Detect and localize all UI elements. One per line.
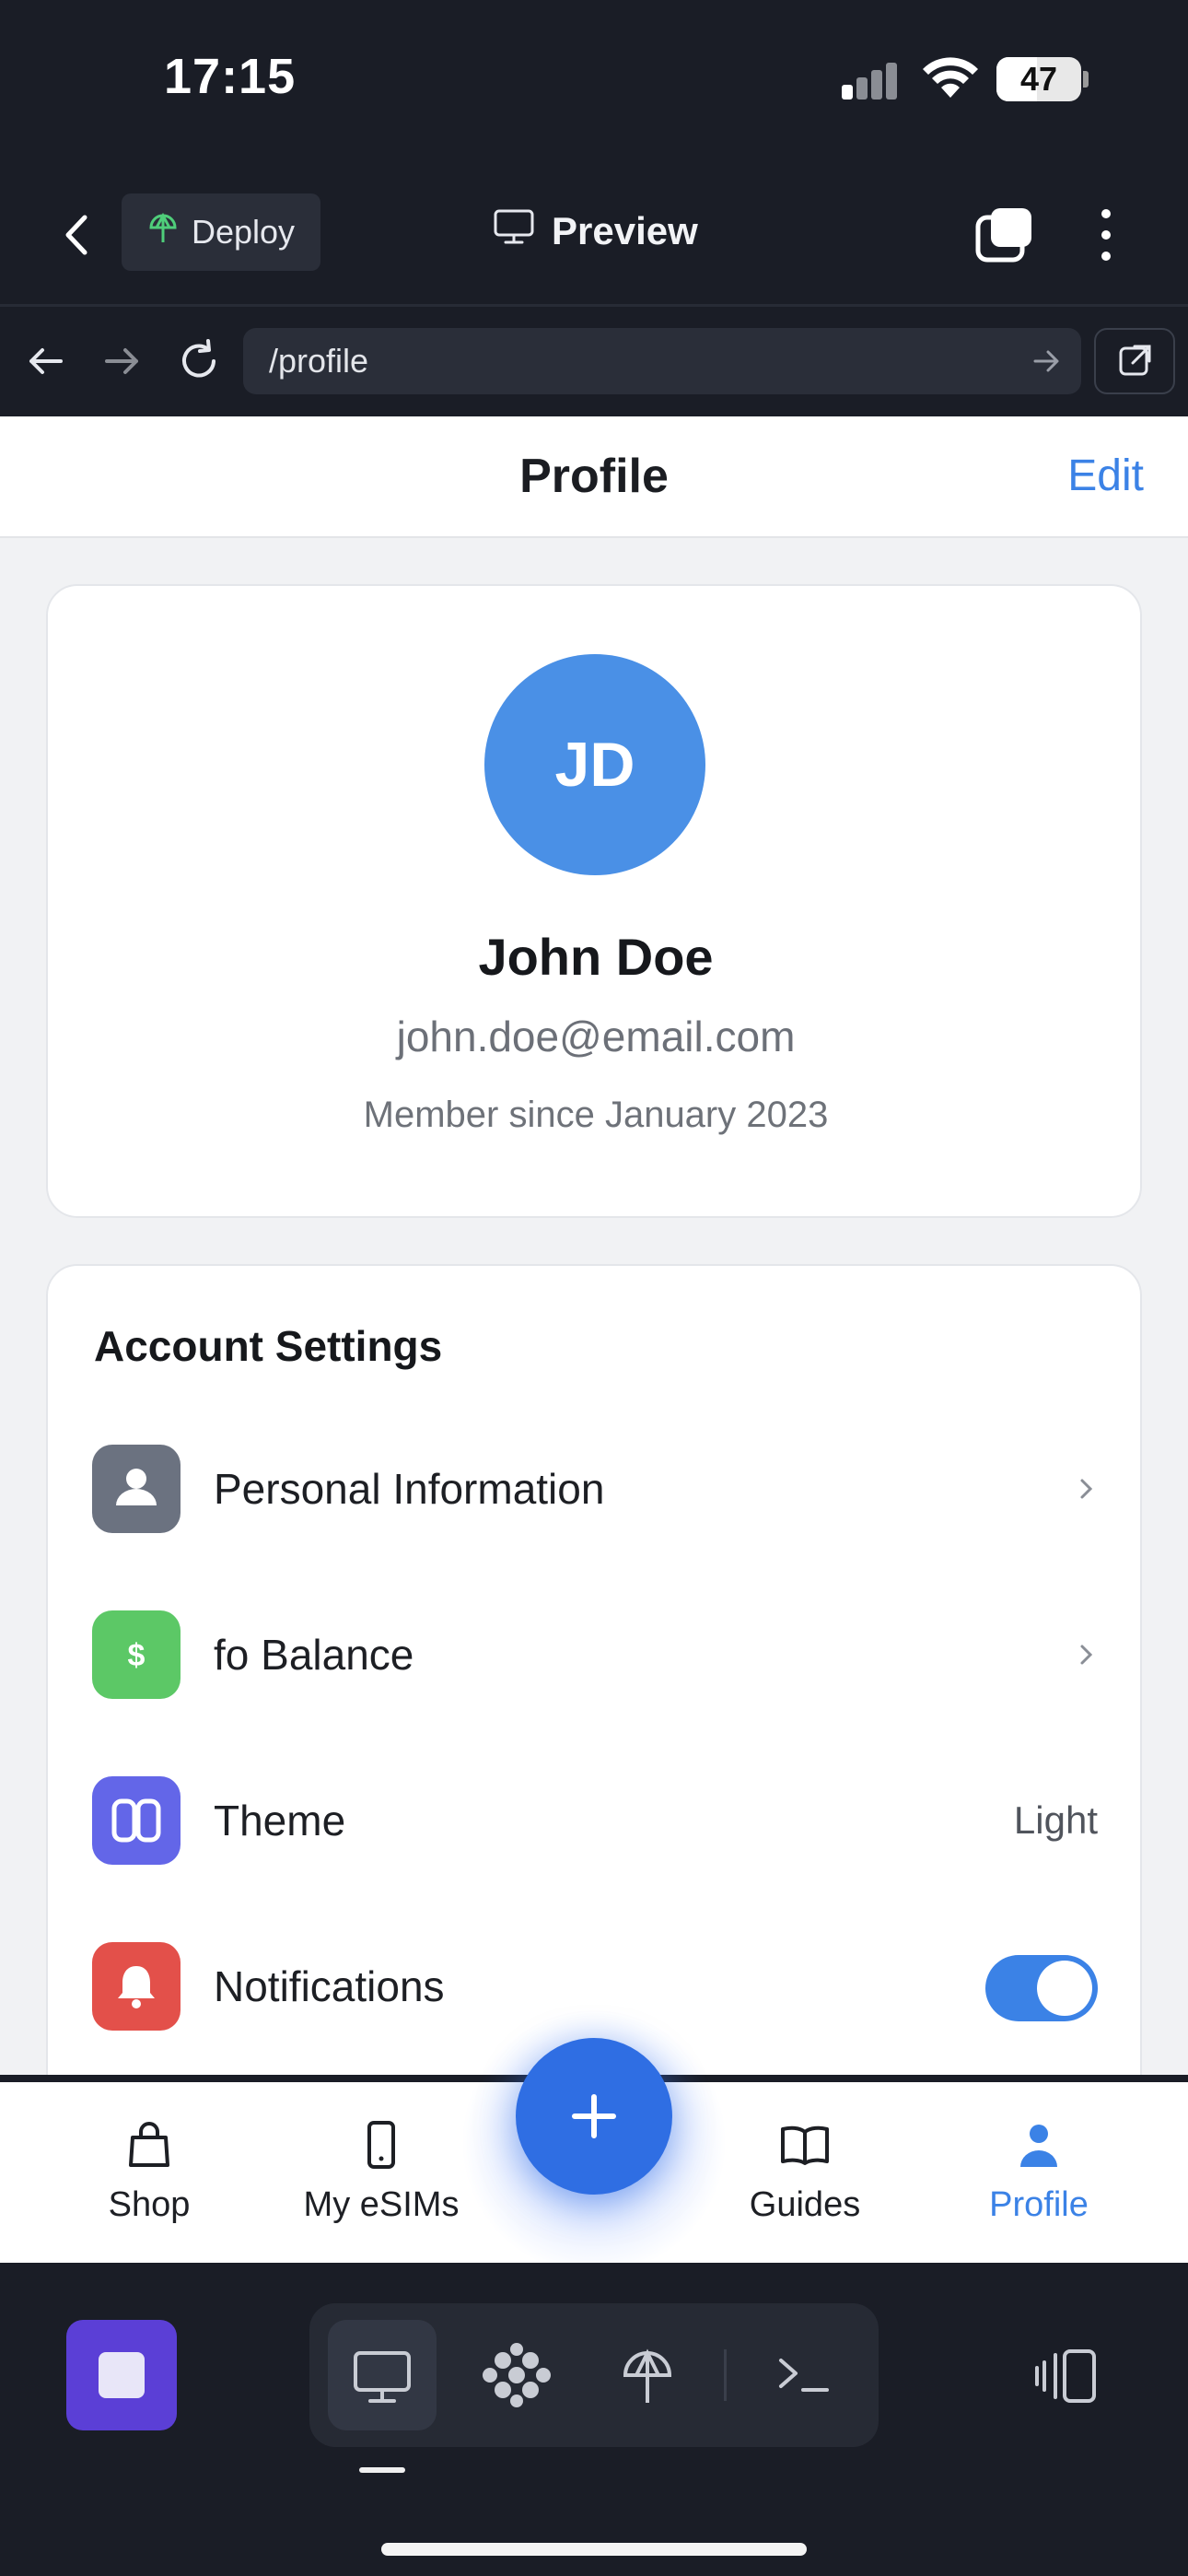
member-since: Member since January 2023: [363, 1095, 829, 1135]
dock-plugins-button[interactable]: [462, 2320, 571, 2430]
section-title: Account Settings: [94, 1322, 443, 1370]
dollar-icon: $: [92, 1610, 181, 1699]
wifi-icon: [921, 55, 980, 106]
user-email: john.doe@email.com: [396, 1013, 796, 1060]
reload-icon[interactable]: [173, 335, 225, 387]
toggle-knob: [1037, 1961, 1092, 2016]
user-name: John Doe: [478, 928, 714, 986]
deploy-icon: [147, 212, 179, 253]
battery-icon: 47: [996, 57, 1081, 101]
edit-button[interactable]: Edit: [1067, 416, 1144, 536]
row-label: Personal Information: [214, 1465, 605, 1513]
monitor-icon: [354, 2351, 411, 2403]
bell-icon: [92, 1942, 181, 2031]
settings-row-balance[interactable]: $ fo Balance: [48, 1574, 1144, 1721]
stop-button[interactable]: [66, 2320, 177, 2430]
status-time: 17:15: [164, 49, 297, 104]
person-icon: [1011, 2117, 1066, 2172]
battery-level: 47: [1019, 60, 1058, 98]
preview-label: Preview: [552, 209, 698, 252]
tab-label: My eSIMs: [303, 2185, 460, 2224]
dock-divider: [724, 2349, 727, 2401]
person-icon: [92, 1445, 181, 1533]
tab-profile[interactable]: Profile: [938, 2082, 1140, 2263]
notifications-toggle[interactable]: [985, 1955, 1098, 2021]
deploy-label: Deploy: [192, 213, 296, 251]
signal-icon: [842, 61, 897, 100]
theme-value: Light: [1013, 1798, 1098, 1842]
page-title: Profile: [519, 450, 669, 503]
profile-card: JD John Doe john.doe@email.com Member si…: [46, 584, 1142, 1218]
settings-row-theme[interactable]: Theme Light: [48, 1739, 1144, 1887]
svg-text:$: $: [128, 1638, 146, 1673]
open-external-icon: [1119, 345, 1151, 376]
url-input[interactable]: /profile: [243, 328, 1081, 394]
open-external-button[interactable]: [1094, 328, 1175, 394]
phone-icon: [354, 2117, 409, 2172]
row-label: Theme: [214, 1797, 346, 1844]
tab-label: Shop: [108, 2185, 191, 2224]
book-icon: [777, 2117, 833, 2172]
cluster-icon: [483, 2343, 551, 2407]
tab-shop[interactable]: Shop: [48, 2082, 250, 2263]
account-settings-card: Account Settings Personal Information $ …: [46, 1264, 1142, 2075]
tab-label: Guides: [749, 2185, 861, 2224]
dock-terminal-button[interactable]: [750, 2320, 858, 2430]
avatar[interactable]: JD: [484, 654, 705, 875]
deploy-icon: [623, 2348, 672, 2403]
home-indicator[interactable]: [381, 2543, 807, 2556]
more-options-icon[interactable]: [1092, 205, 1120, 265]
tab-guides[interactable]: Guides: [704, 2082, 906, 2263]
dock-preview-button[interactable]: [328, 2320, 437, 2430]
preview-tab[interactable]: Preview: [493, 208, 698, 254]
tab-my-esims[interactable]: My eSIMs: [280, 2082, 483, 2263]
browser-forward-icon[interactable]: [96, 335, 147, 387]
chevron-right-icon: [1077, 1638, 1096, 1676]
page-header: Profile Edit: [0, 416, 1188, 538]
dock-deploy-button[interactable]: [593, 2320, 702, 2430]
deploy-button[interactable]: Deploy: [122, 193, 320, 271]
row-label: Notifications: [214, 1962, 445, 2010]
shopping-bag-icon: [122, 2117, 177, 2172]
webview: Profile Edit JD John Doe john.doe@email.…: [0, 416, 1188, 2075]
settings-row-personal-information[interactable]: Personal Information: [48, 1408, 1144, 1555]
battery-tip: [1083, 71, 1089, 88]
go-arrow-icon[interactable]: [1030, 345, 1063, 382]
row-label: fo Balance: [214, 1631, 414, 1679]
browser-back-icon[interactable]: [20, 335, 72, 387]
tab-label: Profile: [989, 2185, 1089, 2224]
monitor-icon: [493, 208, 535, 254]
theme-icon: [92, 1776, 181, 1865]
dock-group: [309, 2303, 879, 2447]
back-button[interactable]: [50, 205, 105, 265]
add-button[interactable]: [516, 2038, 672, 2195]
terminal-icon: [779, 2359, 829, 2392]
stop-icon: [99, 2352, 145, 2398]
chevron-right-icon: [1077, 1472, 1096, 1510]
plus-icon: [572, 2094, 616, 2138]
tabs-switcher-icon[interactable]: [973, 205, 1037, 265]
layout-toggle-icon[interactable]: [1033, 2348, 1100, 2405]
dock-active-indicator: [359, 2467, 405, 2473]
